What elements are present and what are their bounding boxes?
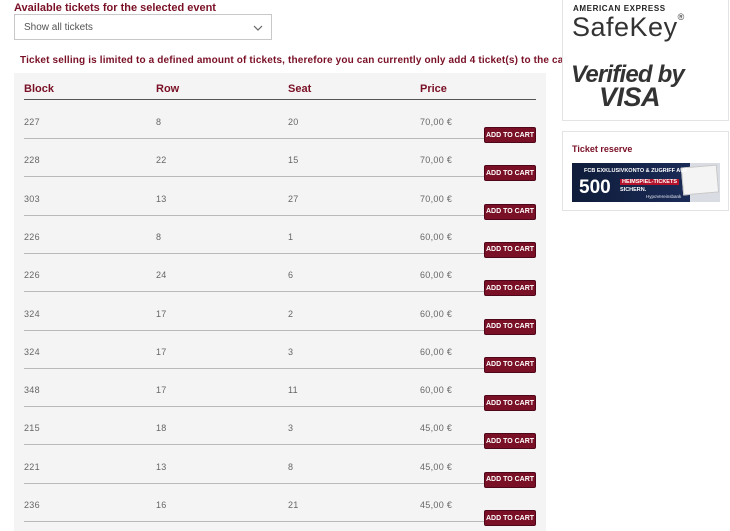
payment-security-logos: AMERICAN EXPRESS SafeKey® Verified by VI… xyxy=(562,0,729,121)
cell-row: 17 xyxy=(156,308,167,319)
banner-line2: HEIMSPIEL-TICKETS xyxy=(620,179,680,185)
table-row: 303 13 27 70,00 € ADD TO CART xyxy=(24,178,536,220)
cell-block: 236 xyxy=(24,500,40,510)
cell-block: 348 xyxy=(24,385,40,396)
ticket-reserve-banner[interactable]: FCB EXKLUSIVKONTO & ZUGRIFF AUF 500 HEIM… xyxy=(572,163,720,202)
cell-price: 70,00 € xyxy=(420,193,453,204)
cell-block: 324 xyxy=(24,346,40,357)
safekey-logo: SafeKey® xyxy=(572,12,685,43)
ticket-filter-select[interactable]: Show all tickets xyxy=(14,14,272,40)
cell-row: 8 xyxy=(156,231,162,242)
registered-mark: ® xyxy=(677,12,685,22)
cell-price: 70,00 € xyxy=(420,155,453,166)
cell-seat: 3 xyxy=(288,423,294,434)
tickets-table: Block Row Seat Price 227 8 20 70,00 € ADD TO… xyxy=(14,73,546,531)
cell-row: 13 xyxy=(156,193,167,204)
cell-block: 324 xyxy=(24,308,40,319)
cell-block: 226 xyxy=(24,231,40,242)
table-row: 348 17 11 60,00 € ADD TO CART xyxy=(24,369,536,412)
ticket-reserve-box: Ticket reserve FCB EXKLUSIVKONTO & ZUGRI… xyxy=(562,131,729,211)
table-row: 236 16 21 45,00 € ADD TO CART xyxy=(24,484,536,526)
cell-block: 215 xyxy=(24,423,40,434)
chevron-down-icon xyxy=(253,25,263,31)
ticket-reserve-title: Ticket reserve xyxy=(572,144,633,154)
header-seat: Seat xyxy=(288,83,312,95)
cell-seat: 6 xyxy=(288,270,294,281)
cell-seat: 2 xyxy=(288,308,294,319)
banner-line1: FCB EXKLUSIVKONTO & ZUGRIFF AUF xyxy=(584,168,688,174)
banner-number: 500 xyxy=(579,177,611,198)
header-price: Price xyxy=(420,83,447,95)
table-row: 215 18 3 45,00 € ADD TO CART xyxy=(24,407,536,450)
cell-price: 60,00 € xyxy=(420,385,453,396)
table-row: 228 22 15 70,00 € ADD TO CART xyxy=(24,139,536,182)
add-to-cart-button[interactable]: ADD TO CART xyxy=(484,510,536,526)
cell-seat: 8 xyxy=(288,461,294,472)
cell-seat: 27 xyxy=(288,193,299,204)
banner-brand: HypoVereinsbank xyxy=(646,194,682,199)
section-title: Available tickets for the selected event xyxy=(14,2,216,14)
table-row: 227 8 20 70,00 € ADD TO CART xyxy=(24,101,536,143)
cell-block: 227 xyxy=(24,117,40,127)
cell-price: 45,00 € xyxy=(420,423,453,434)
ticket-limit-notice: Ticket selling is limited to a defined a… xyxy=(20,55,574,66)
cell-seat: 21 xyxy=(288,500,299,510)
table-row: 226 8 1 60,00 € ADD TO CART xyxy=(24,216,536,258)
cell-price: 70,00 € xyxy=(420,117,453,127)
cell-price: 60,00 € xyxy=(420,308,453,319)
cell-price: 60,00 € xyxy=(420,270,453,281)
cell-price: 45,00 € xyxy=(420,500,453,510)
header-block: Block xyxy=(24,83,54,95)
cell-seat: 3 xyxy=(288,346,294,357)
table-row: 221 13 8 45,00 € ADD TO CART xyxy=(24,446,536,488)
cell-seat: 20 xyxy=(288,117,299,127)
cell-row: 22 xyxy=(156,155,167,166)
ticket-filter-value: Show all tickets xyxy=(24,22,93,33)
table-row: 324 17 3 60,00 € ADD TO CART xyxy=(24,331,536,373)
table-row: 226 24 6 60,00 € ADD TO CART xyxy=(24,254,536,297)
cell-row: 16 xyxy=(156,500,167,510)
cell-price: 45,00 € xyxy=(420,461,453,472)
cell-row: 17 xyxy=(156,385,167,396)
cell-row: 17 xyxy=(156,346,167,357)
cell-block: 228 xyxy=(24,155,40,166)
cell-seat: 1 xyxy=(288,231,294,242)
cell-block: 226 xyxy=(24,270,40,281)
cell-row: 8 xyxy=(156,117,162,127)
safekey-label: SafeKey xyxy=(572,12,678,42)
cell-price: 60,00 € xyxy=(420,346,453,357)
cell-seat: 11 xyxy=(288,385,298,396)
cell-row: 24 xyxy=(156,270,167,281)
header-row: Row xyxy=(156,83,180,95)
banner-line3: SICHERN. xyxy=(620,187,647,193)
cell-block: 221 xyxy=(24,461,40,472)
cell-row: 18 xyxy=(156,423,167,434)
cell-price: 60,00 € xyxy=(420,231,453,242)
table-row: 324 17 2 60,00 € ADD TO CART xyxy=(24,293,536,335)
cell-seat: 15 xyxy=(288,155,299,166)
table-header: Block Row Seat Price xyxy=(24,83,536,100)
cell-row: 13 xyxy=(156,461,167,472)
cell-block: 303 xyxy=(24,193,40,204)
visa-logo: VISA xyxy=(599,82,661,112)
